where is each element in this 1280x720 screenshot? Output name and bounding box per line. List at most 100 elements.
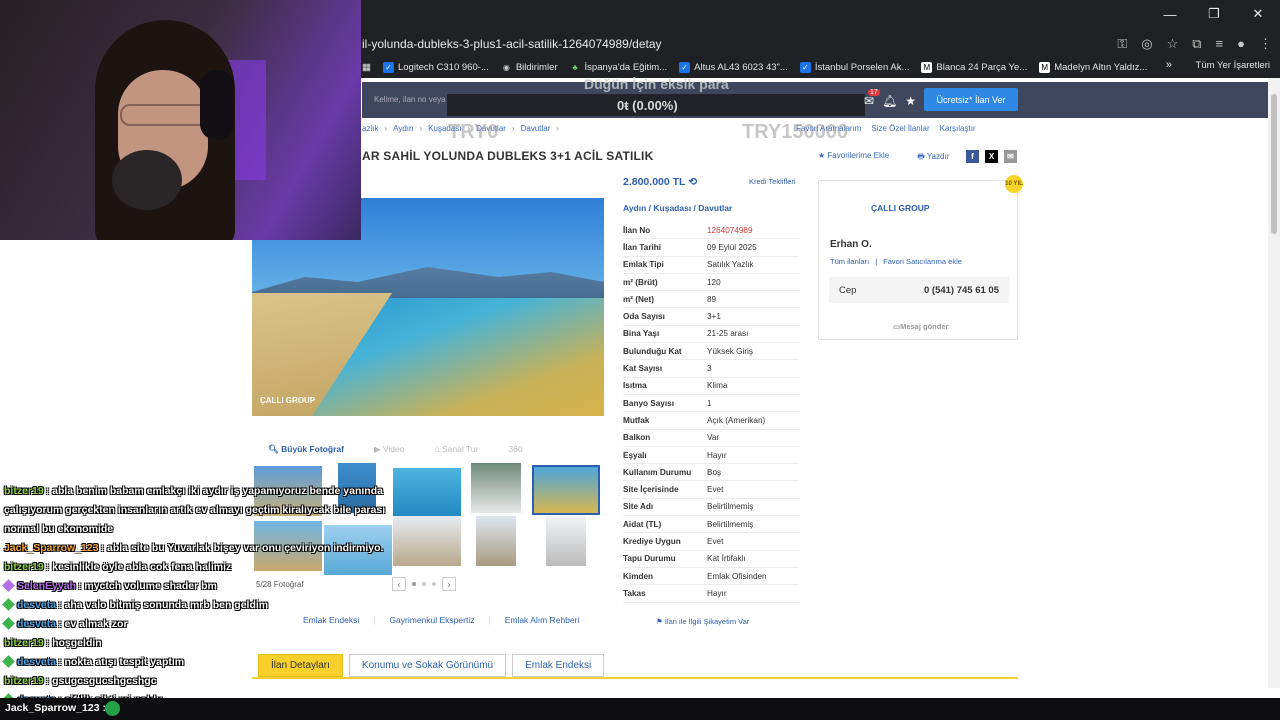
chat-message	[0, 462, 380, 481]
panorama-tab[interactable]: 360	[508, 444, 522, 455]
history-icon[interactable]: ⟲	[688, 176, 697, 188]
extensions-icon[interactable]: ⧉	[1192, 36, 1201, 52]
seller-links: Tüm ilanları | Favori Satıcılarıma ekle	[830, 257, 962, 266]
bookmark-4[interactable]: ✓ İstanbul Porselen Ak...	[799, 61, 909, 73]
chat-message: normal bu ekonomide	[4, 522, 114, 535]
minimize-icon[interactable]: —	[1148, 0, 1192, 28]
menu-icon[interactable]: ⋮	[1259, 36, 1272, 52]
favorites-star-icon[interactable]: ★	[905, 94, 916, 108]
star-icon[interactable]: ☆	[1167, 36, 1179, 52]
phone-number[interactable]: 0 (541) 745 61 05	[924, 285, 999, 296]
all-listings-link[interactable]: Tüm ilanları	[830, 257, 869, 266]
photo-thumbnail[interactable]	[393, 516, 461, 566]
bookmark-2[interactable]: ♣ İspanya'da Eğitim...	[570, 62, 667, 73]
post-listing-button[interactable]: Ücretsiz* İlan Ver	[924, 88, 1018, 111]
detail-row: Banyo Sayısı 1	[623, 395, 799, 413]
chat-message: desveta: ev almak zor	[0, 614, 380, 633]
bookmark-5[interactable]: M Blanca 24 Parça Ye...	[921, 61, 1027, 73]
stream-goal-title: Düğün İçin eksik para	[584, 76, 729, 92]
scrollbar-thumb[interactable]	[1271, 94, 1277, 234]
all-bookmarks[interactable]: Tüm Yer İşaretleri	[1196, 60, 1270, 71]
photo-thumbnail[interactable]	[471, 463, 521, 513]
chevron-right-icon: ›	[556, 124, 560, 133]
restore-icon[interactable]: ❐	[1192, 0, 1236, 28]
detail-row: Krediye Uygun Evet	[623, 533, 799, 551]
stream-chat: bitzer19: abla benim babam emlakçı iki a…	[0, 462, 386, 709]
apps-icon[interactable]: ▦	[362, 62, 371, 73]
bookmark-3[interactable]: ✓ Altus AL43 6023 43"...	[679, 61, 788, 73]
chevron-right-icon: ›	[511, 124, 515, 133]
url-text[interactable]: il-yolunda-dubleks-3-plus1-acil-satilik-…	[362, 37, 662, 51]
chevron-left-icon[interactable]: ‹	[392, 577, 406, 591]
video-tab[interactable]: ▶ Video	[374, 444, 405, 455]
chat-message: bitzer19: hoşgeldin	[4, 636, 102, 649]
add-favorite-button[interactable]: ★ Favorilerime Ekle	[818, 151, 889, 165]
listing-title: AR SAHİL YOLUNDA DUBLEKS 3+1 ACİL SATILI…	[362, 149, 654, 163]
chevron-right-icon[interactable]: ›	[442, 577, 456, 591]
seller-card: 10 YIL ÇALLI GROUP Erhan O. Tüm ilanları…	[818, 175, 1023, 340]
pager-dot[interactable]	[422, 582, 426, 586]
detail-row: m² (Brüt) 120	[623, 274, 799, 292]
bookmark-0[interactable]: ✓ Logitech C310 960-...	[382, 61, 489, 73]
breadcrumb-item[interactable]: Aydın	[393, 124, 413, 133]
chat-message: bitzer19: kesinlikle öyle abla cok fena …	[4, 560, 232, 573]
search-input[interactable]: Kelime, ilan no veya	[368, 90, 452, 110]
tab-real-estate-index[interactable]: Emlak Endeksi	[512, 654, 605, 677]
compare-link[interactable]: Karşılaştır	[940, 124, 976, 133]
mail-icon[interactable]: ✉	[864, 94, 874, 108]
location-city[interactable]: Aydın	[623, 203, 646, 213]
chat-message: bitzer19: gsugcsgucshgcshgc	[4, 674, 157, 687]
large-photo-tab[interactable]: 🔍︎ Büyük Fotoğraf	[268, 444, 344, 455]
detail-row: Bulunduğu Kat Yüksek Giriş	[623, 343, 799, 361]
report-listing-link[interactable]: ⚑ İlan ile İlgili Şikayetim Var	[656, 617, 749, 626]
chevron-right-icon: ›	[419, 124, 423, 133]
location-neighborhood[interactable]: Davutlar	[698, 203, 732, 213]
header-icons: ✉ 🔔︎ ★	[864, 94, 916, 108]
bell-icon[interactable]: 🔔︎	[882, 94, 897, 108]
photo-thumbnail[interactable]	[393, 468, 461, 518]
webcam-person-glasses	[120, 104, 208, 126]
bookmark-6[interactable]: M Madelyn Altın Yaldız...	[1039, 61, 1147, 73]
personalized-listings-link[interactable]: Size Özel İlanlar	[871, 124, 929, 133]
key-icon[interactable]: ⚿	[1117, 36, 1127, 52]
bookmarks-more-icon[interactable]: »	[1166, 59, 1172, 71]
chat-message: çalışıyorum gerçekten insanların artık e…	[4, 503, 386, 516]
photo-thumbnail[interactable]	[532, 465, 600, 515]
pager-dot[interactable]	[412, 582, 416, 586]
printer-icon: 🖶︎	[917, 152, 927, 161]
detail-row: Takas Hayır	[623, 585, 799, 603]
eye-off-icon[interactable]: ◎	[1141, 36, 1152, 52]
buying-guide-link[interactable]: Emlak Alım Rehberi	[505, 615, 580, 625]
profile-avatar[interactable]: ●	[1237, 36, 1245, 52]
subscriber-badge-icon	[2, 655, 15, 668]
media-icon[interactable]: ≡	[1216, 36, 1224, 52]
photo-thumbnail[interactable]	[546, 516, 586, 566]
stream-bottom-bar	[0, 698, 1280, 720]
page-scrollbar[interactable]	[1268, 78, 1280, 688]
favorite-seller-link[interactable]: Favori Satıcılarıma ekle	[883, 257, 962, 266]
photo-thumbnail[interactable]	[476, 516, 516, 566]
location-district[interactable]: Kuşadası	[653, 203, 691, 213]
detail-row: Balkon Var	[623, 430, 799, 447]
credit-offers-link[interactable]: Kredi Teklifleri	[749, 177, 796, 186]
seller-logo[interactable]: ÇALLI GROUP	[871, 203, 930, 213]
close-icon[interactable]: ✕	[1236, 0, 1280, 28]
breadcrumb-item[interactable]: azlık	[362, 124, 378, 133]
address-bar-icons: ⚿ ◎ ☆ ⧉ ≡ ● ⋮	[1117, 36, 1272, 52]
seller-phone: Cep 0 (541) 745 61 05	[829, 277, 1009, 303]
print-button[interactable]: 🖶︎ Yazdır	[917, 151, 949, 165]
pager-dot[interactable]	[432, 582, 436, 586]
chat-message: bitzer19: abla benim babam emlakçı iki a…	[4, 484, 383, 497]
breadcrumb-item[interactable]: Davutlar	[521, 124, 551, 133]
send-message-button[interactable]: ▭ Mesaj gönder	[889, 317, 948, 336]
divider: |	[875, 257, 878, 266]
chat-message: SelenEyyah: myctch volume shader bm	[0, 576, 380, 595]
virtual-tour-tab[interactable]: ⌂ Sanal Tur	[434, 444, 478, 455]
star-icon: ★	[818, 151, 828, 160]
detail-row: Eşyalı Hayır	[623, 447, 799, 465]
facebook-icon[interactable]: f	[966, 150, 979, 163]
appraisal-link[interactable]: Gayrimenkul Ekspertiz	[389, 615, 474, 625]
bookmark-1[interactable]: ◉ Bildirimler	[501, 62, 558, 73]
x-icon[interactable]: X	[985, 150, 998, 163]
email-share-icon[interactable]: ✉	[1004, 150, 1017, 163]
